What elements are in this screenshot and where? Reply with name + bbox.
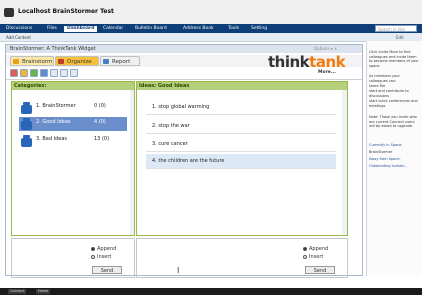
more-link[interactable]: More... xyxy=(318,70,336,75)
nav-tab-bulletin-board[interactable]: Bulletin Board xyxy=(132,26,170,32)
tab-report[interactable]: Report xyxy=(100,56,140,66)
idea-text: 3. cure cancer xyxy=(152,141,188,147)
insert-label: Insert xyxy=(97,254,112,260)
report-icon xyxy=(103,59,109,64)
widget-controls[interactable]: Options ▾ × xyxy=(314,46,337,51)
append-label: Append xyxy=(97,246,117,252)
category-label: 3. Bad Ideas xyxy=(36,136,68,142)
category-label: 2. Good Ideas xyxy=(36,119,71,125)
organize-icon xyxy=(58,59,64,64)
idea-item[interactable]: 2. stop the war xyxy=(146,119,336,134)
taskbar-connect[interactable]: Connect xyxy=(8,289,27,294)
sidebar-member-brainstormer: BrainStormer xyxy=(369,150,393,154)
nav-tab-setting[interactable]: Setting xyxy=(248,26,270,32)
send-button-left[interactable]: Send xyxy=(92,266,122,274)
sidebar-away-from-space[interactable]: Away from Space: xyxy=(369,157,419,162)
taskbar xyxy=(0,288,422,295)
insert-label: Insert xyxy=(309,254,324,260)
idea-text: 4. the children are the future xyxy=(152,158,225,164)
widget-title: BrainStormer: A ThinkTank Widget xyxy=(10,46,96,52)
ideas-scrollbar[interactable] xyxy=(342,90,347,235)
split-icon[interactable] xyxy=(60,69,68,77)
move-icon[interactable] xyxy=(40,69,48,77)
nav-tab-discussions[interactable]: Discussions xyxy=(3,26,35,32)
category-item-brainstormer[interactable]: 1. BrainStormer 0 (0) xyxy=(19,101,127,115)
send-button-right[interactable]: Send xyxy=(305,266,335,274)
insert-radio[interactable] xyxy=(91,255,95,259)
sidebar-outstanding-invitations[interactable]: Outstanding Invitati... xyxy=(369,164,419,169)
sidebar-bullet-voice: start voice conferences and meetings xyxy=(369,99,418,108)
idea-item[interactable]: 3. cure cancer xyxy=(146,137,336,152)
insert-radio[interactable] xyxy=(303,255,307,259)
category-folder-icon xyxy=(21,138,32,147)
app-title: Localhost BrainStormer Test xyxy=(18,8,114,15)
sidebar-currently-in-space[interactable]: Currently in Space: xyxy=(369,143,419,148)
idea-text: 1. stop global warming xyxy=(152,104,210,110)
nav-tab-calendar[interactable]: Calendar xyxy=(100,26,126,32)
idea-text: 2. stop the war xyxy=(152,123,190,129)
category-folder-icon xyxy=(21,121,32,130)
sidebar-members-text: As members your colleagues can: xyxy=(369,74,400,83)
append-radio[interactable] xyxy=(91,247,95,251)
category-count: 0 (0) xyxy=(94,103,106,109)
refresh-icon[interactable] xyxy=(70,69,78,77)
taskbar-home[interactable]: Home xyxy=(36,289,51,294)
nav-tab-files[interactable]: Files xyxy=(44,26,60,32)
sidebar-bullet-share: share file xyxy=(369,84,386,88)
sidebar-invite-text: Click Invite More to find colleagues and… xyxy=(369,50,419,68)
add-content-link[interactable]: Add Content xyxy=(6,35,31,40)
sidebar-bullet-discussions: start and contribute to discussions xyxy=(369,89,409,98)
tab-brainstorm[interactable]: Brainstorm xyxy=(10,56,54,66)
sidebar-note-text: Note: Those you invite who are current C… xyxy=(369,115,417,128)
edit-link[interactable]: Edit xyxy=(396,35,404,40)
append-label: Append xyxy=(309,246,329,252)
category-count: 4 (0) xyxy=(94,119,106,125)
categories-scrollbar[interactable] xyxy=(130,90,134,235)
tab-report-label: Report xyxy=(112,59,131,65)
category-folder-icon xyxy=(21,105,32,114)
edit-icon[interactable] xyxy=(20,69,28,77)
nav-tab-tools[interactable]: Tools xyxy=(225,26,242,32)
delete-icon[interactable] xyxy=(10,69,18,77)
merge-icon[interactable] xyxy=(50,69,58,77)
nav-tab-address-book[interactable]: Address Book xyxy=(180,26,217,32)
categories-header: Categories: xyxy=(12,82,134,90)
nav-tab-dashboard[interactable]: Dashboard xyxy=(64,26,98,32)
category-item-good-ideas[interactable]: 2. Good Ideas 4 (0) xyxy=(19,117,127,131)
category-count: 13 (0) xyxy=(94,136,110,142)
category-item-bad-ideas[interactable]: 3. Bad Ideas 13 (0) xyxy=(19,134,127,148)
category-label: 1. BrainStormer xyxy=(36,103,76,109)
sub-bar xyxy=(0,33,422,42)
text-cursor-icon: I xyxy=(177,266,180,275)
tab-brainstorm-label: Brainstorm xyxy=(22,59,53,65)
append-radio[interactable] xyxy=(303,247,307,251)
search-input[interactable]: Search in this space xyxy=(375,25,417,39)
idea-item[interactable]: 4. the children are the future xyxy=(146,154,336,169)
tab-organize[interactable]: Organize xyxy=(55,56,99,66)
tab-organize-label: Organize xyxy=(67,59,92,65)
ideas-header: Ideas: Good Ideas xyxy=(137,82,347,90)
brainstorm-icon xyxy=(13,59,19,64)
idea-item[interactable]: 1. stop global warming xyxy=(146,100,336,115)
add-icon[interactable] xyxy=(30,69,38,77)
app-logo-icon xyxy=(4,8,14,17)
